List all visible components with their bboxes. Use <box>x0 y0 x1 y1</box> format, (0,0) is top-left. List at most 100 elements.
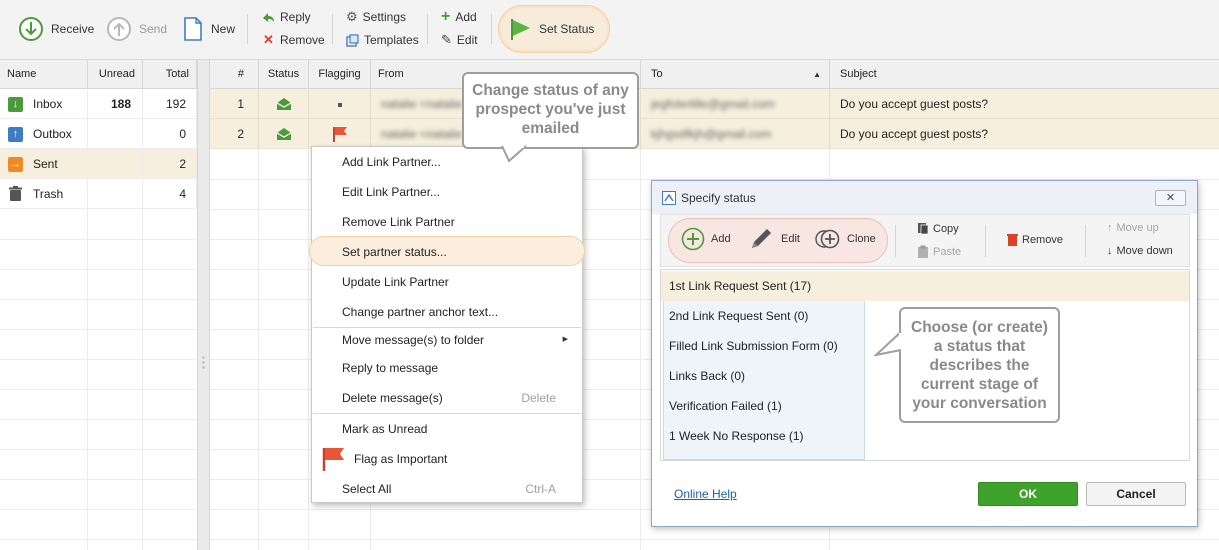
flag-cell[interactable] <box>309 89 371 119</box>
templates-label: Templates <box>364 33 419 47</box>
messages-header: # Status Flagging From To ▲ Subject <box>210 60 1219 89</box>
inbox-icon: ↓ <box>8 96 23 112</box>
clone-icon <box>815 229 840 249</box>
message-row[interactable]: 2 natalie <natalie kjhgsdfkjh@gmail.com … <box>210 119 1219 149</box>
to-cell: jegfolerlille@gmail.com <box>641 89 830 119</box>
menu-item-remove-link-partner[interactable]: Remove Link Partner <box>312 207 582 237</box>
unread-count <box>88 149 143 179</box>
status-item[interactable]: 1st Link Request Sent (17) <box>661 271 1189 301</box>
ok-button[interactable]: OK <box>978 482 1078 506</box>
menu-item-set-partner-status[interactable]: Set partner status... <box>309 236 585 266</box>
templates-button[interactable]: Templates <box>346 31 419 49</box>
pane-splitter[interactable] <box>197 60 210 550</box>
send-icon <box>107 17 131 41</box>
name-column-header[interactable]: Name <box>0 60 88 89</box>
grid-line <box>0 329 197 330</box>
menu-item-label: Add Link Partner... <box>342 155 441 169</box>
dialog-copy-button[interactable]: Copy <box>917 222 959 235</box>
toolbar-divider <box>491 14 492 44</box>
send-button[interactable]: Send <box>106 14 167 44</box>
menu-item-edit-link-partner[interactable]: Edit Link Partner... <box>312 177 582 207</box>
set-status-button[interactable]: Set Status <box>498 5 610 53</box>
cancel-button[interactable]: Cancel <box>1086 482 1186 506</box>
settings-button[interactable]: ⚙ Settings <box>346 8 406 26</box>
flagging-column-header[interactable]: Flagging <box>309 60 371 89</box>
grid-line <box>0 269 197 270</box>
menu-item-change-anchor-text[interactable]: Change partner anchor text... <box>312 297 582 327</box>
dialog-clone-label: Clone <box>847 233 876 245</box>
status-column-header[interactable]: Status <box>259 60 309 89</box>
arrow-up-icon: ↑ <box>1107 222 1113 234</box>
add-button[interactable]: + Add <box>441 8 477 26</box>
status-item[interactable]: 1 Week No Response (1) <box>661 421 804 451</box>
dialog-remove-button[interactable]: Remove <box>1007 233 1063 246</box>
status-item[interactable]: Verification Failed (1) <box>661 391 782 421</box>
status-item[interactable]: Links Back (0) <box>661 361 745 391</box>
menu-item-mark-unread[interactable]: Mark as Unread <box>312 414 582 444</box>
splitter-grip[interactable] <box>202 355 205 369</box>
folder-row-trash[interactable]: Trash 4 <box>0 179 197 209</box>
dialog-add-label: Add <box>711 233 731 245</box>
number-column-header[interactable]: # <box>210 60 259 89</box>
receive-icon <box>19 17 43 41</box>
menu-item-flag-important[interactable]: Flag as Important <box>312 444 582 474</box>
status-item[interactable]: 2nd Link Request Sent (0) <box>661 301 808 331</box>
message-number: 1 <box>210 89 259 119</box>
folder-row-sent[interactable]: → Sent 2 <box>0 149 197 179</box>
trash-icon <box>1007 234 1018 246</box>
online-help-link[interactable]: Online Help <box>674 487 737 501</box>
menu-item-label: Set partner status... <box>342 245 447 259</box>
reply-button[interactable]: Reply <box>262 8 311 26</box>
flag-cell[interactable] <box>309 119 371 149</box>
dialog-move-up-button[interactable]: ↑ Move up <box>1107 222 1159 234</box>
shortcut-label: Ctrl-A <box>525 482 556 496</box>
dialog-close-button[interactable]: ✕ <box>1155 190 1186 206</box>
menu-item-update-link-partner[interactable]: Update Link Partner <box>312 267 582 297</box>
new-button[interactable]: New <box>182 14 235 44</box>
status-item[interactable]: Filled Link Submission Form (0) <box>661 331 838 361</box>
remove-button[interactable]: ✕ Remove <box>262 31 325 49</box>
dialog-remove-label: Remove <box>1022 233 1063 246</box>
dialog-copy-label: Copy <box>933 222 959 235</box>
total-count: 192 <box>143 89 197 119</box>
grid-line <box>0 449 197 450</box>
sent-icon: → <box>8 156 23 172</box>
unread-count <box>88 179 143 209</box>
submenu-arrow-icon: ▶ <box>562 336 568 343</box>
arrow-down-icon: ↓ <box>1107 245 1113 257</box>
menu-item-move-to-folder[interactable]: Move message(s) to folder ▶ <box>312 325 582 355</box>
menu-item-select-all[interactable]: Select All Ctrl-A <box>312 474 582 504</box>
gear-icon: ⚙ <box>346 9 358 24</box>
dialog-move-down-button[interactable]: ↓ Move down <box>1107 245 1173 257</box>
grid-line <box>0 419 197 420</box>
menu-item-add-link-partner[interactable]: Add Link Partner... <box>312 147 582 177</box>
grid-line <box>210 539 1219 540</box>
callout-text: Choose (or create) a status that describ… <box>911 319 1048 412</box>
pencil-icon: ✎ <box>441 32 452 47</box>
subject-cell: Do you accept guest posts? <box>840 97 989 111</box>
dialog-edit-button[interactable]: Edit <box>749 227 800 251</box>
to-column-header[interactable]: To ▲ <box>641 60 830 89</box>
folder-name: Outbox <box>33 127 72 141</box>
unread-column-header[interactable]: Unread <box>88 60 143 89</box>
menu-item-reply[interactable]: Reply to message <box>312 353 582 383</box>
folder-row-inbox[interactable]: ↓ Inbox 188 192 <box>0 89 197 119</box>
context-menu: Add Link Partner... Edit Link Partner...… <box>309 146 585 504</box>
dialog-clone-button[interactable]: Clone <box>815 227 876 251</box>
dialog-paste-label: Paste <box>933 245 962 258</box>
dialog-add-button[interactable]: Add <box>681 227 731 251</box>
to-address: kjhgsdfkjh@gmail.com <box>651 127 772 141</box>
dialog-paste-button[interactable]: Paste <box>917 245 961 258</box>
callout-choose-status: Choose (or create) a status that describ… <box>899 307 1060 423</box>
menu-item-delete[interactable]: Delete message(s) Delete <box>312 383 582 413</box>
toolbar-divider <box>427 14 428 44</box>
folder-row-outbox[interactable]: ↑ Outbox 0 <box>0 119 197 149</box>
total-column-header[interactable]: Total <box>143 60 197 89</box>
edit-button[interactable]: ✎ Edit <box>441 31 478 49</box>
grid-line <box>0 359 197 360</box>
subject-column-header[interactable]: Subject <box>830 60 1219 89</box>
folder-name: Trash <box>33 187 64 201</box>
status-cell <box>259 89 309 119</box>
receive-button[interactable]: Receive <box>18 14 94 44</box>
message-row[interactable]: 1 natalie <natalie jegfolerlille@gmail.c… <box>210 89 1219 119</box>
